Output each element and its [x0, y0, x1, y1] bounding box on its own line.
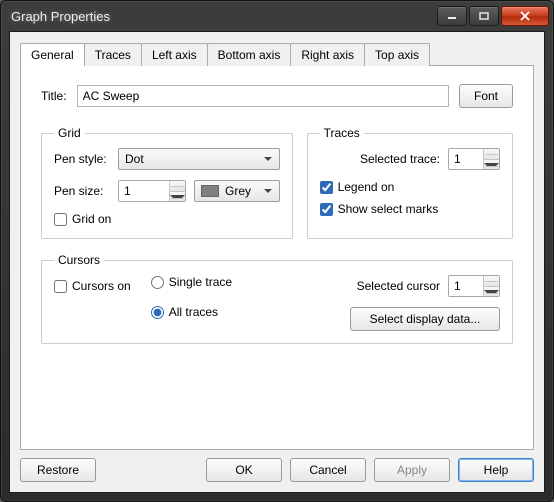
show-marks-checkbox[interactable]: Show select marks [320, 202, 500, 216]
cancel-button[interactable]: Cancel [290, 458, 366, 482]
traces-group: Traces Selected trace: Le [307, 126, 513, 239]
tab-right-axis[interactable]: Right axis [290, 43, 365, 66]
selected-trace-label: Selected trace: [360, 152, 440, 166]
selected-trace-value[interactable] [449, 149, 483, 169]
pen-size-up[interactable] [170, 181, 185, 192]
selected-cursor-down[interactable] [484, 287, 499, 297]
grid-on-checkbox[interactable]: Grid on [54, 212, 280, 226]
selected-trace-up[interactable] [484, 149, 499, 160]
pen-color-value: Grey [225, 184, 251, 198]
single-trace-input[interactable] [151, 276, 164, 289]
pen-size-value[interactable] [119, 181, 169, 201]
single-trace-radio[interactable]: Single trace [151, 275, 232, 289]
pen-color-select[interactable]: Grey [194, 180, 280, 202]
selected-trace-spinner[interactable] [448, 148, 500, 170]
title-row: Title: Font [41, 84, 513, 108]
font-button[interactable]: Font [459, 84, 513, 108]
tab-general[interactable]: General [20, 43, 85, 66]
select-display-data-button[interactable]: Select display data... [350, 307, 500, 331]
client-area: General Traces Left axis Bottom axis Rig… [9, 31, 545, 493]
pen-style-label: Pen style: [54, 152, 110, 166]
show-marks-input[interactable] [320, 203, 333, 216]
tab-top-axis[interactable]: Top axis [364, 43, 430, 66]
selected-cursor-up[interactable] [484, 276, 499, 287]
pen-style-select[interactable]: Dot [118, 148, 280, 170]
pen-size-down[interactable] [170, 192, 185, 202]
show-marks-label: Show select marks [338, 202, 439, 216]
grid-on-label: Grid on [72, 212, 111, 226]
pen-style-value: Dot [125, 152, 144, 166]
cursors-on-checkbox[interactable]: Cursors on [54, 279, 131, 293]
grid-legend: Grid [54, 126, 85, 140]
pen-size-spinner[interactable] [118, 180, 186, 202]
tab-page-general: Title: Font Grid Pen style: Dot Pen size… [20, 65, 534, 450]
selected-cursor-spinner[interactable] [448, 275, 500, 297]
tab-left-axis[interactable]: Left axis [141, 43, 208, 66]
window-frame: Graph Properties General Traces Left axi… [0, 0, 554, 502]
pen-size-label: Pen size: [54, 184, 110, 198]
titlebar[interactable]: Graph Properties [1, 1, 553, 31]
traces-legend: Traces [320, 126, 364, 140]
single-trace-label: Single trace [169, 275, 232, 289]
legend-on-input[interactable] [320, 181, 333, 194]
help-button[interactable]: Help [458, 458, 534, 482]
cursors-legend: Cursors [54, 253, 104, 267]
all-traces-radio[interactable]: All traces [151, 305, 232, 319]
all-traces-input[interactable] [151, 306, 164, 319]
cursors-on-input[interactable] [54, 280, 67, 293]
ok-button[interactable]: OK [206, 458, 282, 482]
cursors-group: Cursors Cursors on Single trace [41, 253, 513, 344]
cursors-on-label: Cursors on [72, 279, 131, 293]
grid-group: Grid Pen style: Dot Pen size: [41, 126, 293, 239]
selected-cursor-label: Selected cursor [357, 279, 440, 293]
close-button[interactable] [501, 6, 549, 26]
tab-traces[interactable]: Traces [84, 43, 142, 66]
minimize-button[interactable] [437, 6, 467, 26]
selected-cursor-value[interactable] [449, 276, 483, 296]
dialog-button-bar: Restore OK Cancel Apply Help [20, 450, 534, 482]
maximize-button[interactable] [469, 6, 499, 26]
legend-on-checkbox[interactable]: Legend on [320, 180, 500, 194]
grid-on-input[interactable] [54, 213, 67, 226]
tab-bottom-axis[interactable]: Bottom axis [207, 43, 292, 66]
title-label: Title: [41, 89, 67, 103]
apply-button[interactable]: Apply [374, 458, 450, 482]
window-controls [437, 6, 549, 26]
all-traces-label: All traces [169, 305, 218, 319]
tab-strip: General Traces Left axis Bottom axis Rig… [20, 43, 534, 66]
title-input[interactable] [77, 85, 449, 107]
color-swatch-icon [201, 185, 219, 197]
selected-trace-down[interactable] [484, 160, 499, 170]
restore-button[interactable]: Restore [20, 458, 96, 482]
window-title: Graph Properties [11, 9, 437, 24]
legend-on-label: Legend on [338, 180, 395, 194]
